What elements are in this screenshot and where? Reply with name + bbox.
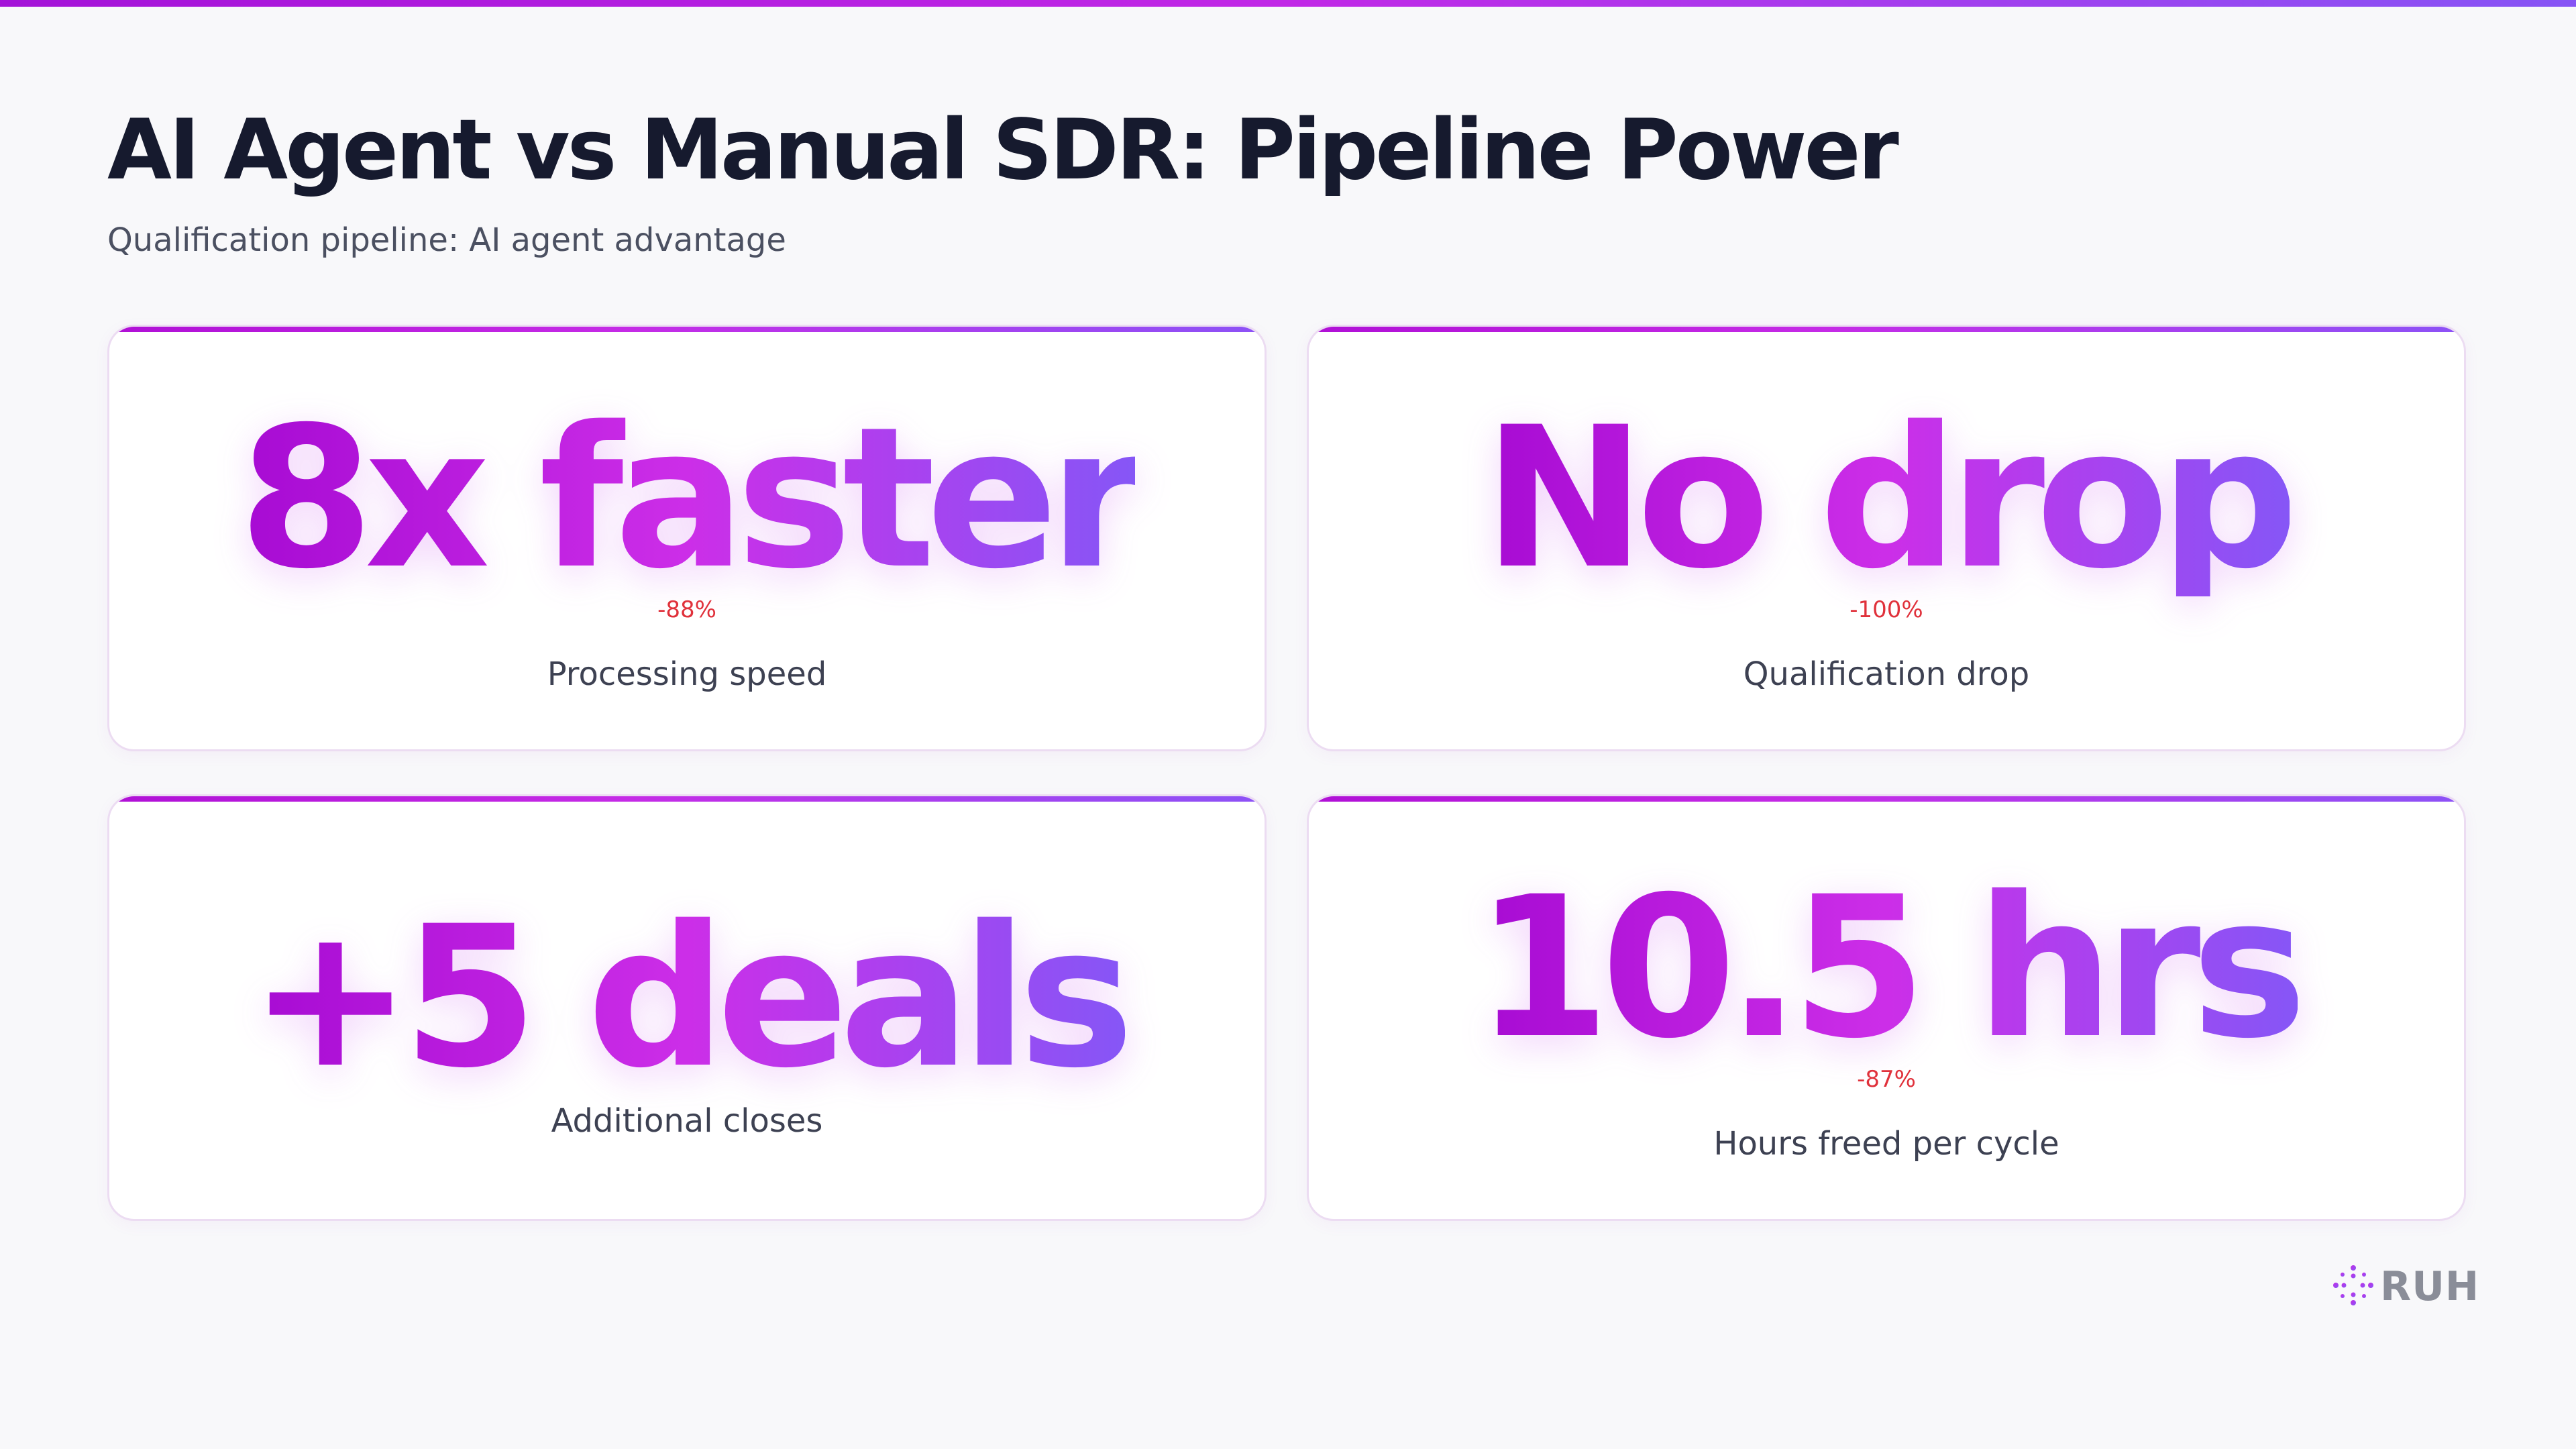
- metric-card-qualification-drop: No drop -100% Qualification drop: [1307, 325, 2466, 751]
- metric-value: No drop: [1483, 386, 2299, 612]
- metric-card-additional-closes: +5 deals Additional closes: [107, 794, 1267, 1221]
- metric-card-processing-speed: 8x faster -88% Processing speed: [107, 325, 1267, 751]
- metric-card-hours-freed: 10.5 hrs -87% Hours freed per cycle: [1307, 794, 2466, 1221]
- brand-logo: RUH: [2332, 1263, 2479, 1311]
- card-accent-bar: [109, 796, 1265, 802]
- page-subtitle: Qualification pipeline: AI agent advanta…: [107, 221, 786, 259]
- metric-value: 8x faster: [238, 386, 1145, 612]
- metric-change: -100%: [1849, 596, 1923, 623]
- card-accent-bar: [109, 327, 1265, 332]
- page-title: AI Agent vs Manual SDR: Pipeline Power: [107, 102, 1899, 199]
- card-accent-bar: [1309, 796, 2464, 802]
- metric-change: -88%: [657, 596, 716, 623]
- card-accent-bar: [1309, 327, 2464, 332]
- metric-value: +5 deals: [249, 885, 1134, 1111]
- brand-name: RUH: [2380, 1263, 2480, 1310]
- sparkle-dots-icon: [2332, 1264, 2375, 1309]
- metric-label: Additional closes: [551, 1102, 823, 1140]
- metric-label: Hours freed per cycle: [1713, 1125, 2059, 1163]
- top-accent-bar: [0, 0, 2576, 7]
- metric-value: 10.5 hrs: [1474, 855, 2308, 1081]
- metric-label: Qualification drop: [1743, 655, 2030, 693]
- metric-change: -87%: [1857, 1066, 1916, 1093]
- metric-label: Processing speed: [547, 655, 827, 693]
